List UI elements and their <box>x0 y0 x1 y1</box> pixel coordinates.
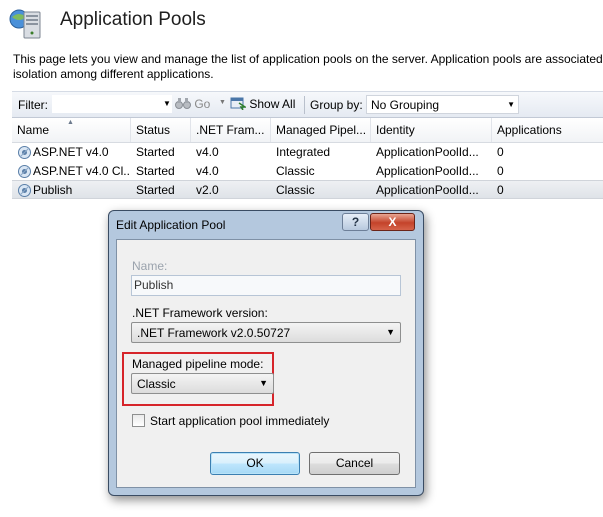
pipeline-mode-value: Classic <box>137 377 176 391</box>
start-immediately-label[interactable]: Start application pool immediately <box>150 414 329 428</box>
pipeline-mode-select[interactable]: Classic ▼ <box>131 373 274 394</box>
column-header-managed-pipeline[interactable]: Managed Pipel... <box>271 118 371 142</box>
dialog-body: Name: Publish .NET Framework version: .N… <box>116 239 416 488</box>
cell-net: v2.0 <box>196 183 219 197</box>
cell-identity: ApplicationPoolId... <box>376 183 479 197</box>
show-all-button[interactable]: Show All <box>230 96 295 114</box>
edit-application-pool-dialog: Edit Application Pool ? X Name: Publish … <box>108 210 424 496</box>
cell-identity: ApplicationPoolId... <box>376 164 479 178</box>
chevron-down-icon: ▼ <box>386 327 395 337</box>
go-dropdown-arrow-icon[interactable]: ▼ <box>219 99 226 106</box>
column-header-status[interactable]: Status <box>131 118 191 142</box>
cell-status: Started <box>136 183 175 197</box>
column-header-applications[interactable]: Applications <box>492 118 603 142</box>
column-header-net-framework[interactable]: .NET Fram... <box>191 118 271 142</box>
cell-net: v4.0 <box>196 164 219 178</box>
description-line-2: isolation among different applications. <box>13 67 214 81</box>
table-row[interactable]: ASP.NET v4.0 Cl... Started v4.0 Classic … <box>12 162 603 181</box>
app-pool-icon <box>17 145 32 160</box>
help-button[interactable]: ? <box>342 213 369 231</box>
net-framework-select[interactable]: .NET Framework v2.0.50727 ▼ <box>131 322 401 343</box>
start-immediately-checkbox[interactable] <box>132 414 145 427</box>
app-pool-icon <box>17 164 32 179</box>
show-all-label: Show All <box>249 97 296 111</box>
description-line-1: This page lets you view and manage the l… <box>13 52 603 66</box>
grid-header: Name ▲ Status .NET Fram... Managed Pipel… <box>12 118 603 143</box>
group-by-select[interactable]: No Grouping ▼ <box>366 95 519 114</box>
cell-pipeline: Classic <box>276 183 315 197</box>
ok-button[interactable]: OK <box>210 452 300 475</box>
cell-status: Started <box>136 164 175 178</box>
cell-name: ASP.NET v4.0 <box>33 145 109 159</box>
cell-net: v4.0 <box>196 145 219 159</box>
binoculars-icon <box>175 98 191 109</box>
column-header-identity[interactable]: Identity <box>371 118 492 142</box>
group-by-value: No Grouping <box>371 98 440 112</box>
app-pool-icon <box>17 183 32 198</box>
filter-toolbar: Filter: ▼ Go ▼ Show All Group by: No Gro… <box>12 91 603 118</box>
name-field[interactable]: Publish <box>131 275 401 296</box>
page-title: Application Pools <box>60 9 206 30</box>
filter-input[interactable] <box>52 95 172 113</box>
table-row-selected[interactable]: Publish Started v2.0 Classic Application… <box>12 180 603 199</box>
cell-pipeline: Integrated <box>276 145 331 159</box>
chevron-down-icon: ▼ <box>259 378 268 388</box>
cell-name: Publish <box>33 183 73 197</box>
cell-status: Started <box>136 145 175 159</box>
show-all-icon <box>230 97 248 111</box>
cell-applications: 0 <box>497 145 504 159</box>
name-label: Name: <box>132 259 168 273</box>
go-label: Go <box>194 97 211 111</box>
pipeline-mode-label: Managed pipeline mode: <box>132 357 264 371</box>
server-icon <box>8 6 44 40</box>
filter-dropdown-arrow-icon[interactable]: ▼ <box>160 96 174 112</box>
table-row[interactable]: ASP.NET v4.0 Started v4.0 Integrated App… <box>12 143 603 162</box>
cancel-button[interactable]: Cancel <box>309 452 400 475</box>
group-by-label: Group by: <box>310 98 363 112</box>
cell-applications: 0 <box>497 183 504 197</box>
cell-pipeline: Classic <box>276 164 315 178</box>
cell-identity: ApplicationPoolId... <box>376 145 479 159</box>
chevron-down-icon: ▼ <box>507 100 515 109</box>
dialog-title: Edit Application Pool <box>116 218 226 232</box>
cell-applications: 0 <box>497 164 504 178</box>
sort-ascending-icon: ▲ <box>67 119 74 126</box>
go-button[interactable]: Go <box>175 96 210 114</box>
toolbar-separator <box>304 96 305 114</box>
filter-label: Filter: <box>18 98 48 112</box>
net-framework-value: .NET Framework v2.0.50727 <box>137 326 291 340</box>
page-description: This page lets you view and manage the l… <box>13 52 603 82</box>
net-framework-label: .NET Framework version: <box>132 306 268 320</box>
close-button[interactable]: X <box>370 213 415 231</box>
cell-name: ASP.NET v4.0 Cl... <box>33 164 129 178</box>
